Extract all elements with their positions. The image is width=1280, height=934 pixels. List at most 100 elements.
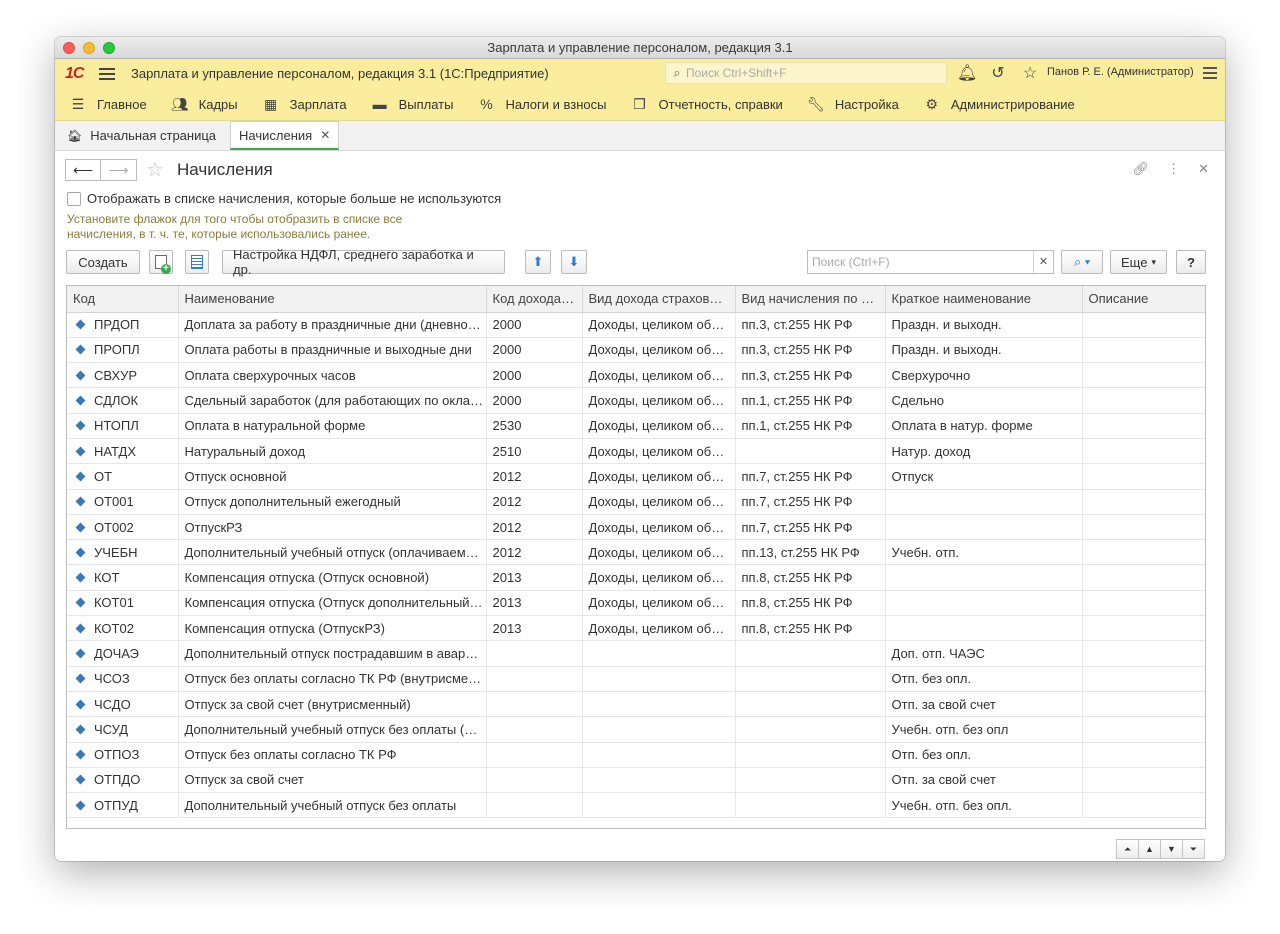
forward-button[interactable]: ⟶ [101, 159, 137, 181]
table-cell: Учебн. отп. [885, 539, 1083, 566]
scroll-up-button[interactable]: ▲ [1138, 839, 1161, 859]
column-header[interactable]: Код [67, 286, 179, 313]
table-row[interactable]: НАТДХ Натуральный доход 2510 Доходы, целико… [67, 438, 1205, 465]
main-menu-icon[interactable] [99, 67, 115, 80]
table-row[interactable]: ЧСУД Дополнительный учебный отпуск без оп… [67, 716, 1205, 743]
table-cell [1082, 767, 1205, 794]
favorites-star-icon[interactable]: ☆ [1021, 63, 1039, 83]
clear-search-icon[interactable]: ✕ [1033, 251, 1053, 273]
table-cell [735, 716, 886, 743]
table-row[interactable]: КОТ Компенсация отпуска (Отпуск основной)… [67, 564, 1205, 591]
table-cell [486, 742, 583, 768]
command-bar: Создать Настройка НДФЛ, среднего заработ… [66, 247, 587, 277]
more-vertical-icon[interactable]: ⋮ [1167, 161, 1180, 177]
column-header[interactable]: Код дохода… [486, 286, 583, 313]
form-header-icons: 🔗︎ ⋮ ✕ [1133, 161, 1209, 177]
table-row[interactable]: ОТПОЗ Отпуск без оплаты согласно ТК РФ Отп… [67, 742, 1205, 768]
table-cell: Доходы, целиком об… [582, 590, 736, 617]
column-header[interactable]: Наименование [178, 286, 487, 313]
close-tab-icon[interactable]: ✕ [320, 128, 330, 142]
show-unused-label: Отображать в списке начисления, которые … [87, 191, 502, 206]
section-taxes[interactable]: % Налоги и взносы [477, 96, 606, 112]
close-icon[interactable]: ✕ [1198, 161, 1209, 177]
move-down-button[interactable]: ⬇ [561, 250, 587, 274]
find-button[interactable]: ⌕ ▾ [1061, 250, 1103, 274]
table-header: Код Наименование Код дохода… Вид дохода … [67, 286, 1205, 313]
table-row[interactable]: УЧЕБН Дополнительный учебный отпуск (опла… [67, 539, 1205, 566]
scroll-down-button[interactable]: ▼ [1160, 839, 1183, 859]
table-row[interactable]: СВХУР Оплата сверхурочных часов 2000 Доходы… [67, 362, 1205, 389]
link-icon[interactable]: 🔗︎ [1133, 161, 1150, 177]
table-row[interactable]: ОТПУД Дополнительный учебный отпуск без о… [67, 792, 1205, 819]
copy-button[interactable] [149, 250, 173, 274]
section-hr[interactable]: 👥︎ Кадры [171, 96, 238, 113]
home-icon: 🏠︎ [67, 128, 83, 143]
add-copy-icon [155, 255, 171, 274]
more-button[interactable]: Еще ▾ [1110, 250, 1167, 274]
table-cell: Отп. за свой счет [885, 767, 1083, 794]
table-row[interactable]: ОТ002 ОтпускРЗ 2012 Доходы, целиком об… пп.7… [67, 514, 1205, 541]
table-row[interactable]: СДЛОК Сдельный заработок (для работающих … [67, 387, 1205, 414]
global-search-input[interactable]: ⌕ Поиск Ctrl+Shift+F [665, 62, 947, 84]
section-settings[interactable]: 🔧︎ Настройка [807, 96, 899, 113]
table-row[interactable]: ОТПДО Отпуск за свой счет Отп. за свой сче… [67, 767, 1205, 794]
list-search-input[interactable]: Поиск (Ctrl+F) ✕ [807, 250, 1054, 274]
window-title: Зарплата и управление персоналом, редакц… [487, 40, 793, 55]
section-reports[interactable]: ❐ Отчетность, справки [631, 96, 783, 113]
table-row[interactable]: ДОЧАЭ Дополнительный отпуск пострадавшим … [67, 640, 1205, 667]
table-cell [582, 716, 736, 743]
arrow-up-icon: ⬆ [532, 254, 544, 269]
table-cell: пп.7, ст.255 НК РФ [735, 489, 886, 515]
minimize-window-button[interactable] [83, 42, 95, 54]
table-row[interactable]: ОТ Отпуск основной 2012 Доходы, целиком об…… [67, 463, 1205, 490]
show-unused-checkbox[interactable] [67, 191, 81, 206]
table-cell [486, 767, 583, 794]
table-cell: Отпуск без оплаты согласно ТК РФ (внутри… [178, 666, 487, 692]
table-cell [486, 716, 583, 743]
table-cell: Доходы, целиком об… [582, 337, 736, 364]
column-header[interactable]: Вид начисления по … [735, 286, 886, 313]
section-admin[interactable]: ⚙ Администрирование [923, 96, 1075, 113]
help-button[interactable]: ? [1176, 250, 1206, 274]
table-cell [582, 767, 736, 794]
scroll-to-bottom-button[interactable]: ⏷ [1182, 839, 1205, 859]
column-header[interactable]: Вид дохода страхов… [582, 286, 736, 313]
back-button[interactable]: ⟵ [65, 159, 101, 181]
list-view-button[interactable] [185, 250, 209, 274]
bell-icon[interactable]: 🔔︎ [957, 63, 977, 83]
table-row[interactable]: КОТ02 Компенсация отпуска (ОтпускРЗ) 2013 Д… [67, 615, 1205, 642]
section-payments[interactable]: ▬ Выплаты [371, 96, 454, 112]
column-header[interactable]: Описание [1082, 286, 1205, 313]
settings-menu-icon[interactable] [1203, 67, 1217, 79]
table-row[interactable]: ПРОПЛ Оплата работы в праздничные и выход… [67, 337, 1205, 364]
cell-code: ПРДОП [67, 312, 179, 338]
maximize-window-button[interactable] [103, 42, 115, 54]
favorite-star-icon[interactable]: ☆ [146, 157, 164, 182]
nav-buttons: ⟵ ⟶ [65, 159, 137, 181]
tab-home[interactable]: 🏠︎ Начальная страница [59, 121, 224, 150]
table-cell: пп.8, ст.255 НК РФ [735, 590, 886, 617]
ndfl-settings-button[interactable]: Настройка НДФЛ, среднего заработка и др. [222, 247, 505, 277]
create-button[interactable]: Создать [66, 250, 140, 274]
cell-code: НАТДХ [67, 438, 179, 465]
table-row[interactable]: ОТ001 Отпуск дополнительный ежегодный 2012… [67, 489, 1205, 515]
history-icon[interactable]: ↺ [989, 63, 1007, 83]
table-row[interactable]: ЧСДО Отпуск за свой счет (внутрисменный) О… [67, 691, 1205, 718]
table-cell: Доходы, целиком об… [582, 362, 736, 389]
table-row[interactable]: КОТ01 Компенсация отпуска (Отпуск дополни… [67, 590, 1205, 617]
table-row[interactable]: НТОПЛ Оплата в натуральной форме 2530 Доход… [67, 413, 1205, 439]
close-window-button[interactable] [63, 42, 75, 54]
section-salary[interactable]: ▦ Зарплата [262, 96, 347, 113]
accruals-table: Код Наименование Код дохода… Вид дохода … [66, 285, 1206, 829]
section-main[interactable]: ☰ Главное [69, 96, 147, 113]
table-row[interactable]: ЧСОЗ Отпуск без оплаты согласно ТК РФ (вн… [67, 666, 1205, 692]
tab-accruals[interactable]: Начисления ✕ [230, 121, 340, 150]
item-marker-icon [75, 522, 86, 532]
table-row[interactable]: ПРДОП Доплата за работу в праздничные дни… [67, 312, 1205, 338]
scroll-to-top-button[interactable]: ⏶ [1116, 839, 1139, 859]
column-header[interactable]: Краткое наименование [885, 286, 1083, 313]
table-cell [1082, 312, 1205, 338]
current-user[interactable]: Панов Р. Е. (Администратор) [1047, 66, 1194, 78]
calculator-icon: ▦ [264, 95, 278, 112]
move-up-button[interactable]: ⬆ [525, 250, 551, 274]
